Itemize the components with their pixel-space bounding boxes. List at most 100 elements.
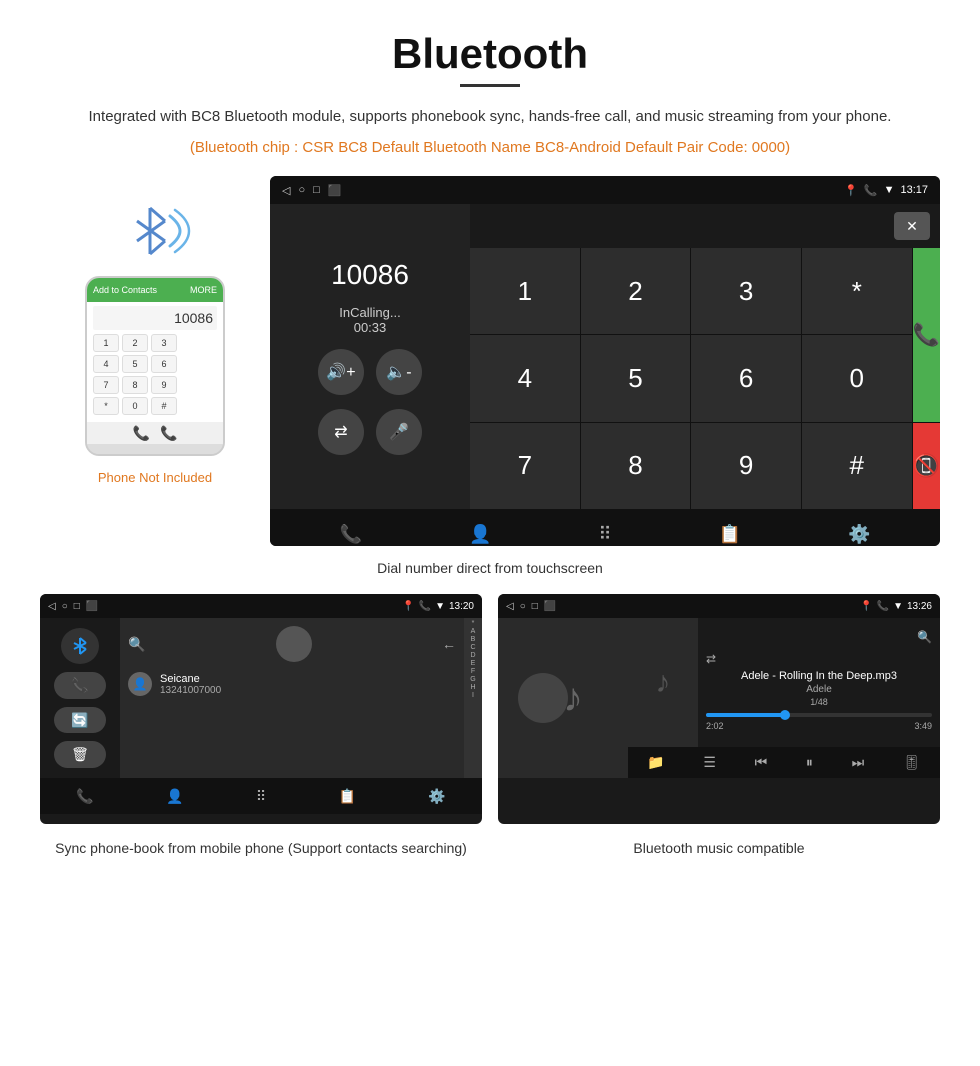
key-7[interactable]: 7 bbox=[470, 423, 580, 509]
nav-settings-2[interactable]: ⚙️ bbox=[428, 788, 445, 805]
sync-pill[interactable]: 🔄 bbox=[54, 707, 106, 734]
key-star[interactable]: * bbox=[802, 248, 912, 334]
dial-input-bar: ✕ bbox=[470, 204, 940, 248]
music-screenshot: ◁○□⬛ 📍📞▼ 13:26 ♪ bbox=[498, 594, 940, 824]
music-time: 13:26 bbox=[907, 601, 932, 612]
page-container: Bluetooth Integrated with BC8 Bluetooth … bbox=[0, 0, 980, 889]
nav-settings-icon[interactable]: ⚙️ bbox=[848, 524, 870, 545]
eq-icon[interactable]: 🎚 bbox=[903, 754, 921, 771]
music-times: 2:02 3:49 bbox=[706, 721, 932, 731]
artist-name: Adele bbox=[706, 684, 932, 695]
delete-pill[interactable]: 🗑 bbox=[54, 741, 106, 768]
call-icon: 📞 bbox=[864, 184, 878, 197]
delete-btn[interactable]: ✕ bbox=[894, 212, 930, 240]
phone-side: Add to Contacts MORE 10086 1 2 3 4 5 6 bbox=[40, 176, 270, 485]
nav-history-2[interactable]: 📋 bbox=[339, 788, 356, 805]
music-controls: 📁 ☰ ⏮ ⏸ ⏭ 🎚 bbox=[628, 747, 940, 778]
nav-dialpad-icon[interactable]: ⠿ bbox=[598, 524, 611, 545]
description-text: Integrated with BC8 Bluetooth module, su… bbox=[40, 105, 940, 129]
dial-caption: Dial number direct from touchscreen bbox=[40, 560, 940, 576]
phone-not-included-label: Phone Not Included bbox=[98, 470, 212, 485]
call-btn[interactable]: 📞 bbox=[913, 248, 940, 422]
volume-up-btn[interactable]: 🔊+ bbox=[318, 349, 364, 395]
dial-status-bar: ◁ ○ □ ⬛ 📍 📞 ▼ 13:17 bbox=[270, 176, 940, 204]
phone-mockup: Add to Contacts MORE 10086 1 2 3 4 5 6 bbox=[85, 276, 225, 456]
nav-calls-2[interactable]: 📞 bbox=[76, 788, 93, 805]
progress-dot bbox=[780, 710, 790, 720]
phonebook-content: 📞 🔄 🗑 🔍 ← 👤 Seicane bbox=[40, 618, 482, 778]
search-icon: 🔍 bbox=[128, 636, 145, 653]
nav-history-icon[interactable]: 📋 bbox=[719, 524, 741, 545]
dial-left-panel: 10086 InCalling... 00:33 🔊+ 🔈- ⇄ 🎤 bbox=[270, 204, 470, 509]
current-time: 2:02 bbox=[706, 721, 724, 731]
key-3[interactable]: 3 bbox=[691, 248, 801, 334]
wifi-icon: ▼ bbox=[884, 184, 895, 196]
dial-screenshot: ◁ ○ □ ⬛ 📍 📞 ▼ 13:17 10086 In bbox=[270, 176, 940, 546]
nav-contacts-icon[interactable]: 👤 bbox=[469, 524, 491, 545]
recents-btn: □ bbox=[313, 184, 320, 196]
notif-icon: ⬛ bbox=[328, 184, 342, 197]
shuffle-icon: ⇄ bbox=[706, 652, 716, 666]
call-pill[interactable]: 📞 bbox=[54, 672, 106, 699]
song-title: Adele - Rolling In the Deep.mp3 bbox=[706, 670, 932, 682]
location-icon: 📍 bbox=[844, 184, 858, 197]
phone-bottom-bar: 📞 📞 bbox=[87, 422, 223, 444]
track-info: 1/48 bbox=[706, 697, 932, 707]
total-time: 3:49 bbox=[914, 721, 932, 731]
dial-main: 10086 InCalling... 00:33 🔊+ 🔈- ⇄ 🎤 bbox=[270, 204, 940, 509]
status-left: ◁ ○ □ ⬛ bbox=[282, 184, 341, 197]
page-title: Bluetooth bbox=[40, 30, 940, 78]
dial-number: 10086 bbox=[331, 259, 409, 291]
contact-row: 👤 Seicane 13241007000 bbox=[128, 668, 456, 700]
mute-btn[interactable]: 🎤 bbox=[376, 409, 422, 455]
contact-info: Seicane 13241007000 bbox=[160, 673, 221, 696]
volume-down-btn[interactable]: 🔈- bbox=[376, 349, 422, 395]
status-right: 📍 📞 ▼ 13:17 bbox=[844, 184, 928, 197]
phonebook-sidebar: 📞 🔄 🗑 bbox=[40, 618, 120, 778]
back-btn: ◁ bbox=[282, 184, 290, 197]
clock: 13:17 bbox=[900, 184, 928, 196]
phonebook-screenshot: ◁○□⬛ 📍📞▼ 13:20 bbox=[40, 594, 482, 824]
music-caption: Bluetooth music compatible bbox=[498, 838, 940, 859]
dial-bottom-nav: 📞 👤 ⠿ 📋 ⚙️ bbox=[270, 509, 940, 546]
nav-contacts-2[interactable]: 👤 bbox=[166, 788, 183, 805]
bluetooth-icon bbox=[115, 196, 195, 266]
title-underline bbox=[460, 84, 520, 87]
nav-calls-icon[interactable]: 📞 bbox=[340, 524, 362, 545]
playlist-icon[interactable]: ☰ bbox=[703, 754, 716, 771]
dial-controls-2: ⇄ 🎤 bbox=[318, 409, 422, 455]
nav-dialpad-2[interactable]: ⠿ bbox=[256, 788, 266, 805]
album-art-left: ♪ bbox=[498, 618, 628, 778]
music-content: ♪ ♪ 🔍 bbox=[498, 618, 940, 778]
key-1[interactable]: 1 bbox=[470, 248, 580, 334]
progress-bar bbox=[706, 713, 932, 717]
dial-keypad: 1 2 3 * 📞 4 5 6 0 7 8 9 # 📵 bbox=[470, 248, 940, 509]
bt-icon bbox=[61, 628, 99, 664]
key-5[interactable]: 5 bbox=[581, 335, 691, 421]
key-8[interactable]: 8 bbox=[581, 423, 691, 509]
key-9[interactable]: 9 bbox=[691, 423, 801, 509]
dial-status: InCalling... 00:33 bbox=[339, 305, 400, 335]
back-arrow-icon: ← bbox=[442, 636, 456, 652]
top-section: Add to Contacts MORE 10086 1 2 3 4 5 6 bbox=[40, 176, 940, 546]
phone-screen-top: Add to Contacts MORE bbox=[87, 278, 223, 302]
end-call-btn[interactable]: 📵 bbox=[913, 423, 940, 509]
transfer-btn[interactable]: ⇄ bbox=[318, 409, 364, 455]
contact-avatar: 👤 bbox=[128, 672, 152, 696]
key-hash[interactable]: # bbox=[802, 423, 912, 509]
phonebook-status-bar: ◁○□⬛ 📍📞▼ 13:20 bbox=[40, 594, 482, 618]
key-4[interactable]: 4 bbox=[470, 335, 580, 421]
key-2[interactable]: 2 bbox=[581, 248, 691, 334]
key-6[interactable]: 6 bbox=[691, 335, 801, 421]
play-pause-icon[interactable]: ⏸ bbox=[806, 754, 813, 771]
folder-icon[interactable]: 📁 bbox=[647, 754, 664, 771]
next-icon[interactable]: ⏭ bbox=[852, 754, 865, 771]
prev-icon[interactable]: ⏮ bbox=[755, 754, 768, 771]
phonebook-nav-bar: 📞 👤 ⠿ 📋 ⚙️ bbox=[40, 778, 482, 814]
key-zero[interactable]: 0 bbox=[802, 335, 912, 421]
album-art-right: ♪ bbox=[628, 618, 698, 747]
home-btn: ○ bbox=[298, 184, 305, 196]
music-status-bar: ◁○□⬛ 📍📞▼ 13:26 bbox=[498, 594, 940, 618]
phonebook-caption: Sync phone-book from mobile phone (Suppo… bbox=[40, 838, 482, 859]
dial-controls: 🔊+ 🔈- bbox=[318, 349, 422, 395]
